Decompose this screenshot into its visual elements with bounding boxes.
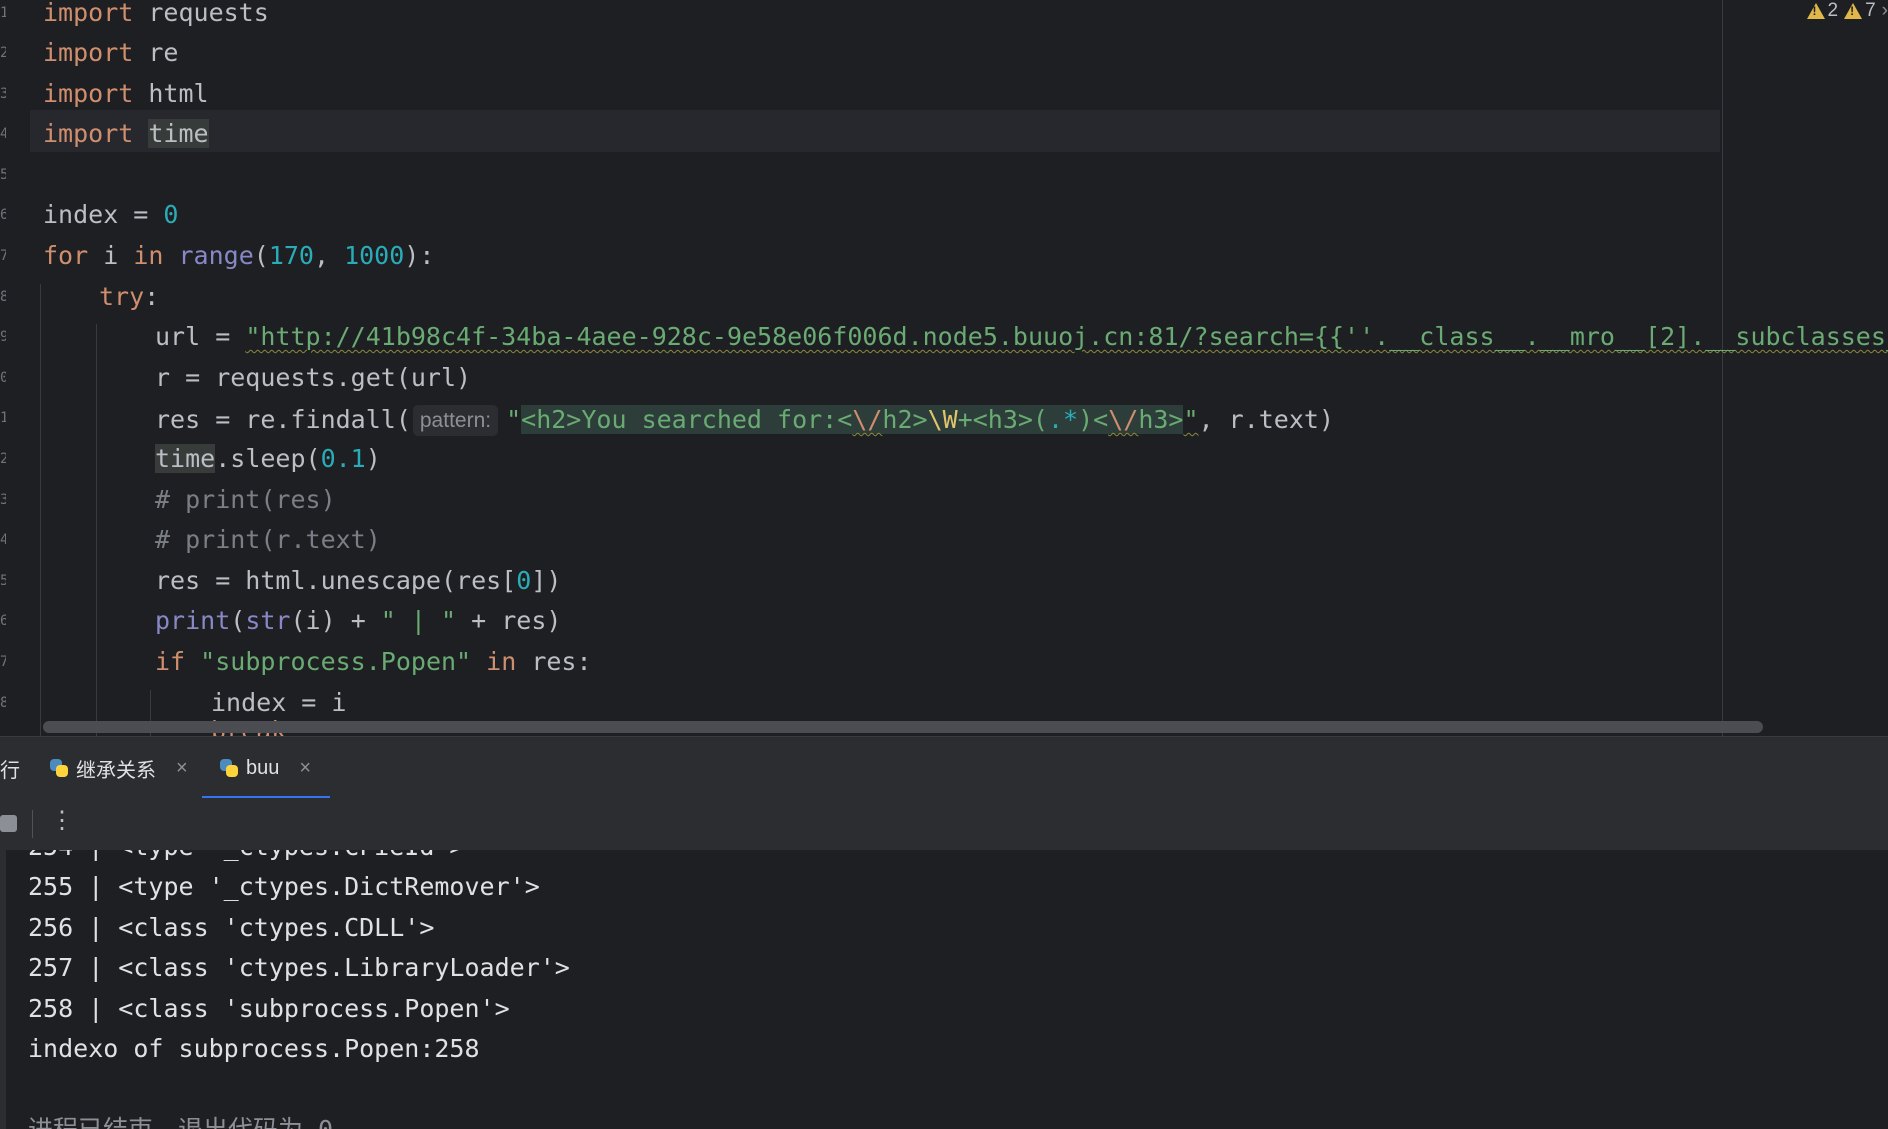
code-line: time.sleep(0.1) (155, 444, 381, 473)
python-icon (48, 757, 70, 779)
toolbar-separator (32, 810, 33, 838)
line-number-gutter[interactable]: 1 2 3 4 5 6 7 8 9 0 1 2 3 4 5 6 7 8 (0, 0, 30, 736)
line-number: 7 (0, 654, 6, 670)
console-line: 255 | <type '_ctypes.DictRemover'> (28, 872, 540, 901)
process-exit-message: 进程已结束，退出代码为 0 (28, 1117, 333, 1129)
line-number: 7 (0, 248, 6, 264)
line-number: 2 (0, 451, 6, 467)
weak-warning-count[interactable]: 2 (1806, 0, 1838, 22)
code-line: res = re.findall(pattern: "<h2>You search… (155, 405, 1335, 436)
code-line: # print(res) (155, 485, 336, 514)
code-line: print(str(i) + " | " + res) (155, 606, 562, 635)
inspection-widget[interactable]: 2 7 › (1806, 0, 1888, 22)
run-console[interactable]: 254 | <type '_ctypes.CFieId'> 255 | <typ… (0, 850, 1888, 1129)
tab-buu[interactable]: buu × (218, 737, 311, 799)
console-line: 258 | <class 'subprocess.Popen'> (28, 994, 510, 1023)
stop-icon[interactable] (0, 815, 17, 832)
warning-count[interactable]: 7 (1844, 0, 1876, 22)
console-left-edge (0, 850, 6, 1129)
code-line: res = html.unescape(res[0]) (155, 566, 562, 595)
line-number: 6 (0, 207, 6, 223)
close-icon[interactable]: × (176, 757, 188, 780)
code-line: import re (43, 38, 179, 67)
tab-inheritance[interactable]: 继承关系 × (48, 737, 188, 799)
line-number: 6 (0, 613, 6, 629)
line-number: 8 (0, 289, 6, 305)
warning-icon (1806, 3, 1825, 19)
code-line: if "subprocess.Popen" in res: (155, 647, 592, 676)
tab-label: buu (246, 756, 280, 779)
code-line: for i in range(170, 1000): (43, 241, 435, 270)
code-line: try: (99, 282, 160, 311)
run-tab-bar: 行 继承关系 × buu × (0, 736, 1888, 799)
line-number: 8 (0, 695, 6, 711)
run-toolbar: ⋮ (0, 798, 1888, 850)
close-icon[interactable]: × (299, 757, 311, 780)
run-window-label: 行 (0, 759, 20, 782)
indent-guide (40, 284, 41, 736)
line-number: 3 (0, 492, 6, 508)
console-line: 256 | <class 'ctypes.CDLL'> (28, 913, 435, 942)
horizontal-scrollbar[interactable] (43, 721, 1763, 733)
warning-icon (1844, 3, 1863, 19)
code-line: import html (43, 79, 209, 108)
console-line: 254 | <type '_ctypes.CFieId'> (28, 850, 465, 874)
line-number: 0 (0, 370, 6, 386)
line-number: 1 (0, 5, 6, 21)
parameter-hint: pattern: (412, 405, 499, 436)
chevron-right-icon[interactable]: › (1882, 0, 1888, 22)
line-number: 3 (0, 86, 6, 102)
tab-label: 继承关系 (76, 759, 156, 782)
line-number: 9 (0, 329, 6, 345)
line-number: 1 (0, 410, 6, 426)
code-line: # print(r.text) (155, 525, 381, 554)
line-number: 5 (0, 167, 6, 183)
code-line: index = 0 (43, 200, 179, 229)
code-editor[interactable]: 1 2 3 4 5 6 7 8 9 0 1 2 3 4 5 6 7 8 impo… (0, 0, 1888, 736)
console-line: 257 | <class 'ctypes.LibraryLoader'> (28, 953, 570, 982)
line-number: 5 (0, 573, 6, 589)
line-number: 4 (0, 532, 6, 548)
code-line: r = requests.get(url) (155, 363, 472, 392)
python-icon (218, 757, 240, 779)
line-number: 2 (0, 45, 6, 61)
line-number: 4 (0, 126, 6, 142)
code-area[interactable]: import requests import re import html im… (43, 0, 1888, 736)
code-line: import requests (43, 0, 269, 27)
code-line: url = "http://41b98c4f-34ba-4aee-928c-9e… (155, 322, 1888, 351)
code-line: import time (43, 119, 209, 148)
more-options-icon[interactable]: ⋮ (50, 806, 74, 835)
console-line: indexo of subprocess.Popen:258 (28, 1034, 480, 1063)
